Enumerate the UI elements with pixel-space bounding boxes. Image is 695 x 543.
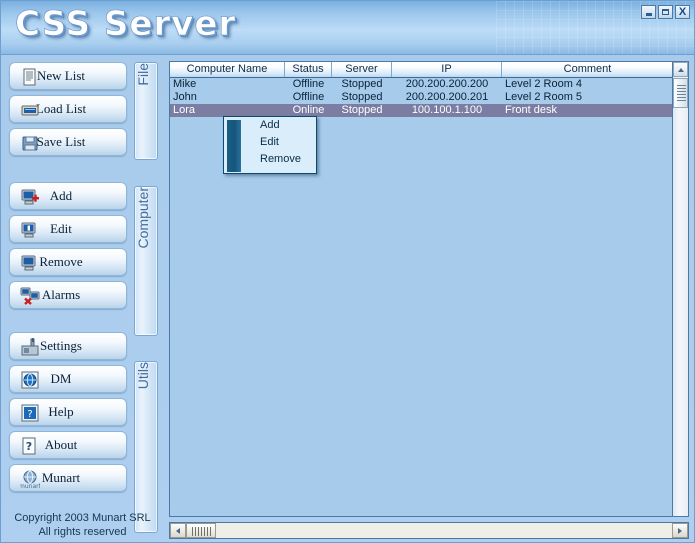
sidebar-tab-utils-label: Utils: [135, 362, 151, 390]
css-server-window: CSS Server X New List Load List Save Lis…: [0, 0, 695, 543]
sidebar-tab-utils[interactable]: Utils: [134, 361, 158, 533]
svg-text:?: ?: [27, 409, 32, 420]
table-cell-comment: Front desk: [505, 104, 557, 116]
list-column-header-ip[interactable]: IP: [392, 62, 502, 77]
horizontal-scrollbar-thumb[interactable]: [186, 523, 216, 538]
window-controls: X: [641, 5, 690, 19]
app-title: CSS Server: [15, 4, 237, 45]
remove-computer-button[interactable]: Remove: [9, 248, 127, 276]
table-cell-ip: 200.200.200.200: [405, 78, 489, 90]
table-row[interactable]: John Offline Stopped 200.200.200.201 Level 2…: [170, 91, 673, 104]
svg-text:?: ?: [26, 440, 32, 453]
table-cell-server: Stopped: [341, 104, 383, 116]
list-column-header-name[interactable]: Computer Name: [170, 62, 285, 77]
alarms-button[interactable]: Alarms: [9, 281, 127, 309]
svg-text:munart: munart: [20, 483, 40, 489]
sidebar-group-computer: Add Edit Remove Alarms: [9, 182, 127, 314]
computer-remove-icon: [20, 253, 40, 273]
table-cell-server: Stopped: [341, 78, 383, 90]
table-row[interactable]: Mike Offline Stopped 200.200.200.200 Level 2…: [170, 78, 673, 91]
table-cell-name: John: [173, 91, 197, 103]
new-list-button[interactable]: New List: [9, 62, 127, 90]
globe-icon: [20, 370, 40, 390]
list-column-header-comment[interactable]: Comment: [502, 62, 673, 77]
context-menu-stripe: [227, 120, 241, 172]
minimize-button[interactable]: [641, 5, 656, 19]
list-column-header-server[interactable]: Server: [332, 62, 392, 77]
scrollbar-grip-icon: [677, 85, 686, 102]
sidebar-tab-file[interactable]: File: [134, 62, 158, 160]
table-cell-ip: 200.200.200.201: [405, 91, 489, 103]
sidebar-tab-file-label: File: [135, 63, 151, 86]
floppy-disk-icon: [20, 133, 40, 153]
scroll-left-button[interactable]: [170, 523, 186, 538]
munart-button[interactable]: munart Munart: [9, 464, 127, 492]
scroll-right-button[interactable]: [672, 523, 688, 538]
computer-add-icon: [20, 187, 40, 207]
maximize-button[interactable]: [658, 5, 673, 19]
copyright-line-2: All rights reserved: [38, 526, 127, 538]
context-menu: Add Edit Remove: [223, 116, 317, 174]
computer-alarm-icon: [20, 286, 40, 306]
list-column-header-status[interactable]: Status: [285, 62, 332, 77]
folder-open-icon: [20, 100, 40, 120]
sidebar-tab-computer-label: Computer: [135, 187, 151, 249]
edit-computer-button[interactable]: Edit: [9, 215, 127, 243]
sidebar-tab-computer[interactable]: Computer: [134, 186, 158, 336]
document-lines-icon: [20, 67, 40, 87]
copyright-line-1: Copyright 2003 Munart SRL: [14, 512, 151, 524]
tools-settings-icon: [20, 337, 40, 357]
context-menu-item-add[interactable]: Add: [246, 117, 316, 134]
sidebar-group-utils: Settings DM ? Help ? About munart Munart: [9, 332, 127, 497]
chevron-right-icon: [678, 527, 682, 534]
help-button[interactable]: ? Help: [9, 398, 127, 426]
table-cell-ip: 100.100.1.100: [411, 104, 483, 116]
vertical-scrollbar-thumb[interactable]: [673, 78, 688, 108]
munart-globe-icon: munart: [20, 469, 40, 489]
context-menu-item-remove[interactable]: Remove: [246, 151, 316, 168]
settings-button[interactable]: Settings: [9, 332, 127, 360]
scrollbar-grip-icon: [192, 527, 211, 536]
computer-edit-icon: [20, 220, 40, 240]
question-mark-icon: ?: [20, 436, 40, 456]
add-computer-button[interactable]: Add: [9, 182, 127, 210]
minimize-icon: [645, 13, 652, 16]
chevron-up-icon: [677, 67, 684, 72]
scroll-up-button[interactable]: [673, 62, 688, 77]
list-header-row: Computer Name Status Server IP Comment: [170, 62, 673, 78]
vertical-scrollbar[interactable]: [672, 62, 688, 516]
table-cell-status: Offline: [292, 78, 325, 90]
table-cell-name: Mike: [173, 78, 197, 90]
help-arrow-icon: ?: [20, 403, 40, 423]
chevron-left-icon: [176, 527, 180, 534]
table-cell-comment: Level 2 Room 5: [505, 91, 583, 103]
about-button[interactable]: ? About: [9, 431, 127, 459]
table-cell-status: Offline: [292, 91, 325, 103]
horizontal-scrollbar-track[interactable]: [186, 523, 672, 538]
context-menu-item-edit[interactable]: Edit: [246, 134, 316, 151]
title-bar: CSS Server X: [1, 1, 694, 55]
sidebar: New List Load List Save List Add Edit Re…: [1, 56, 164, 542]
copyright-notice: Copyright 2003 Munart SRL All rights res…: [1, 511, 164, 539]
sidebar-group-file: New List Load List Save List: [9, 62, 127, 161]
dm-button[interactable]: DM: [9, 365, 127, 393]
save-list-button[interactable]: Save List: [9, 128, 127, 156]
table-cell-comment: Level 2 Room 4: [505, 78, 583, 90]
load-list-button[interactable]: Load List: [9, 95, 127, 123]
table-cell-server: Stopped: [341, 91, 383, 103]
maximize-icon: [662, 9, 669, 15]
horizontal-scrollbar[interactable]: [169, 522, 689, 539]
close-button[interactable]: X: [675, 5, 690, 19]
